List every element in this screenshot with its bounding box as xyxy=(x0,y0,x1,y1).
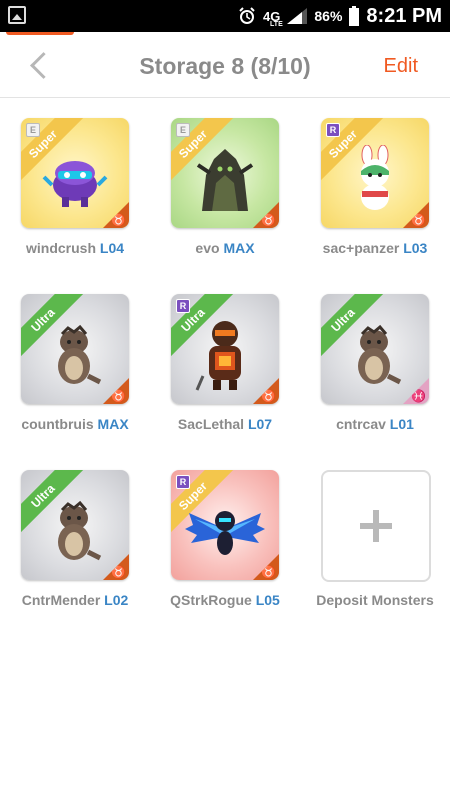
monster-label: countbruis MAX xyxy=(21,416,129,432)
deposit-monsters-button[interactable] xyxy=(321,470,431,582)
monster-portrait xyxy=(195,320,241,391)
battery-icon xyxy=(349,6,360,26)
battery-percent: 86% xyxy=(314,8,343,24)
page-title: Storage 8 (8/10) xyxy=(139,53,311,79)
monster-card[interactable]: Ultra ♓ xyxy=(321,294,429,404)
monster-label: evo MAX xyxy=(195,240,255,256)
monster-card[interactable]: Ultra ♉ xyxy=(21,470,129,580)
monster-label: QStrkRogue L05 xyxy=(170,592,280,608)
monster-slot[interactable]: Ultra ♉ countbruis MAX xyxy=(0,274,150,450)
monster-label: CntrMender L02 xyxy=(21,592,129,608)
monster-label: cntrcav L01 xyxy=(336,416,414,432)
rank-badge: E xyxy=(26,123,40,137)
element-badge: ♉ xyxy=(103,554,129,580)
monster-label: SacLethal L07 xyxy=(177,416,273,432)
monster-portrait xyxy=(358,324,402,384)
deposit-label: Deposit Monsters xyxy=(316,592,434,608)
image-notification-icon xyxy=(8,6,26,24)
monster-slot[interactable]: Ultra R ♉ SacLethal L07 xyxy=(150,274,300,450)
monster-portrait xyxy=(58,500,102,560)
header: Storage 8 (8/10) Edit xyxy=(0,35,450,98)
rank-badge: E xyxy=(176,123,190,137)
clock: 8:21 PM xyxy=(366,4,442,27)
element-badge: ♓ xyxy=(403,378,429,404)
monster-label: sac+panzer L03 xyxy=(322,240,428,256)
monster-label: windcrush L04 xyxy=(25,240,125,256)
monster-card[interactable]: Super R ♉ xyxy=(321,118,429,228)
monster-slot[interactable]: Super E ♉ evo MAX xyxy=(150,98,300,274)
element-badge: ♉ xyxy=(253,378,279,404)
monster-slot[interactable]: Ultra ♓ cntrcav L01 xyxy=(300,274,450,450)
rank-badge: R xyxy=(176,475,190,489)
element-badge: ♉ xyxy=(403,202,429,228)
monster-portrait xyxy=(196,148,254,211)
monster-portrait xyxy=(58,324,102,384)
monster-card[interactable]: Super R ♉ xyxy=(171,470,279,580)
status-icons: 4G LTE 86% 8:21 PM xyxy=(238,0,442,32)
monster-portrait xyxy=(361,144,389,210)
monster-card[interactable]: Ultra ♉ xyxy=(21,294,129,404)
monster-portrait xyxy=(42,160,108,207)
plus-icon xyxy=(360,510,392,542)
monster-slot[interactable]: Ultra ♉ CntrMender L02 xyxy=(0,450,150,626)
rank-badge: R xyxy=(176,299,190,313)
rank-badge: R xyxy=(326,123,340,137)
monster-slot[interactable]: Super R ♉ sac+panzer L03 xyxy=(300,98,450,274)
edit-button[interactable]: Edit xyxy=(384,55,418,78)
status-bar: 4G LTE 86% 8:21 PM xyxy=(0,0,450,32)
deposit-slot[interactable]: Deposit Monsters xyxy=(300,450,450,626)
network-type: 4G LTE xyxy=(263,8,283,28)
monster-card[interactable]: Super E ♉ xyxy=(171,118,279,228)
monster-slot[interactable]: Super R ♉ QStrkRogue L05 xyxy=(150,450,300,626)
alarm-icon xyxy=(239,7,255,24)
monster-portrait xyxy=(185,510,265,555)
element-badge: ♉ xyxy=(103,378,129,404)
monster-slot[interactable]: Super E ♉ windcrush L04 xyxy=(0,98,150,274)
signal-icon xyxy=(287,8,308,24)
monster-card[interactable]: Ultra R ♉ xyxy=(171,294,279,404)
monster-card[interactable]: Super E ♉ xyxy=(21,118,129,228)
